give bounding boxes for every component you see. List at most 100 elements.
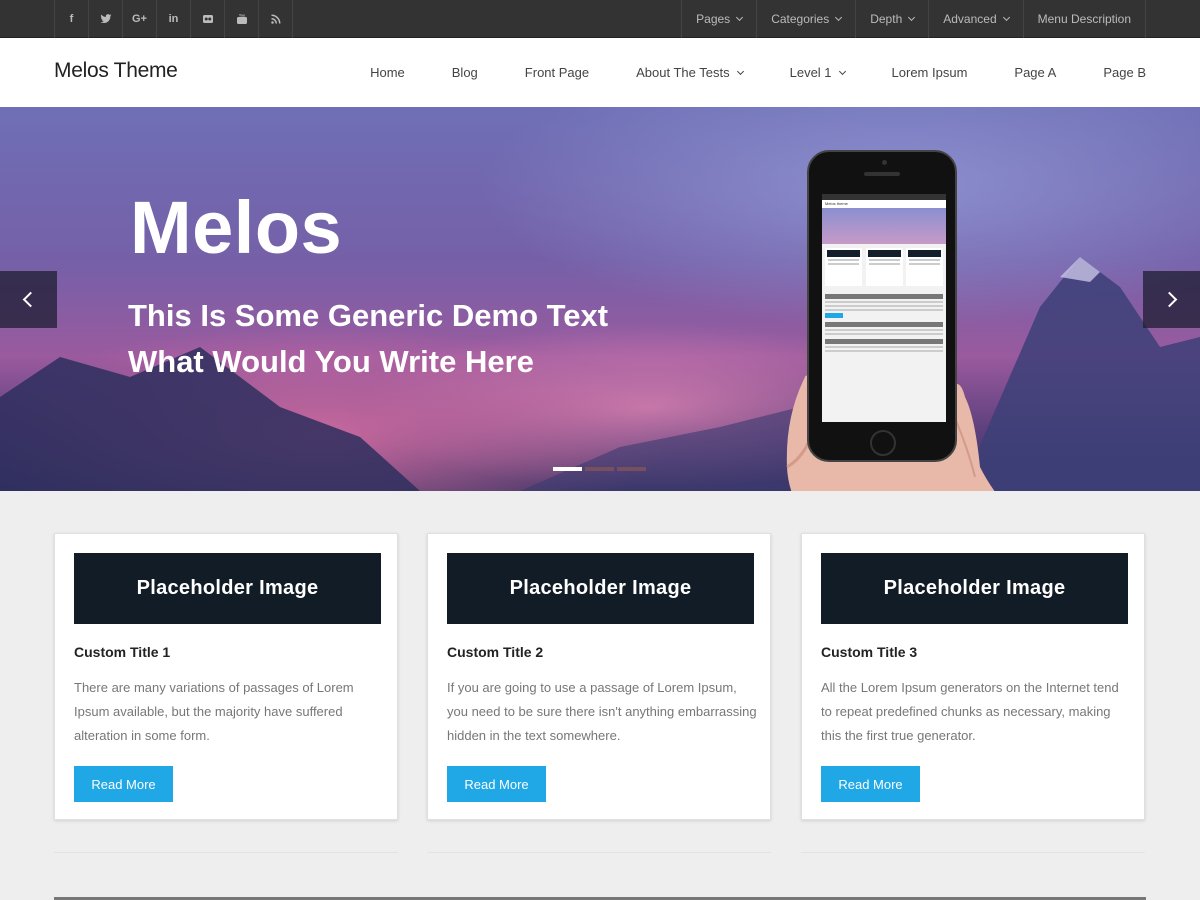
flickr-icon[interactable] [191,0,225,38]
read-more-button[interactable]: Read More [821,766,920,802]
card-placeholder-image: Placeholder Image [821,553,1128,624]
card-placeholder-image: Placeholder Image [74,553,381,624]
nav-label: Home [370,65,405,80]
nav-item-front-page[interactable]: Front Page [525,65,589,80]
nav-label: Level 1 [789,65,832,80]
phone-mockup: Melos theme [807,150,957,462]
phone-screen-card [825,248,862,286]
flickr-dots-icon [202,15,213,23]
phone-speaker [864,172,900,176]
nav-label: About The Tests [636,65,730,80]
phone-card-line [828,263,859,265]
divider [801,852,1145,853]
twitter-bird-icon [100,14,111,24]
nav-item-blog[interactable]: Blog [452,65,478,80]
phone-screen-line [825,305,943,307]
nav-item-page-a[interactable]: Page A [1014,65,1056,80]
phone-screen-section [825,322,943,327]
chevron-down-icon [838,67,846,75]
phone-screen-hero [822,208,946,244]
slider-pagination [553,467,649,471]
youtube-play-icon: You [236,14,247,24]
nav-item-about-the-tests[interactable]: About The Tests [636,65,744,80]
card-text: All the Lorem Ipsum generators on the In… [821,680,1119,743]
hero-slider: Melos This Is Some Generic Demo Text Wha… [0,107,1200,491]
phone-screen-line [825,333,943,335]
slider-next-button[interactable] [1143,271,1200,328]
slider-prev-button[interactable] [0,271,57,328]
phone-screen-button [825,313,843,318]
slider-dot-1[interactable] [553,467,582,471]
card-title: Custom Title 2 [447,644,544,660]
topmenu-item-categories[interactable]: Categories [757,0,857,38]
topmenu-label: Menu Description [1037,12,1131,26]
phone-screen: Melos theme [822,194,946,422]
chevron-right-icon [1161,291,1178,308]
nav-item-home[interactable]: Home [370,65,405,80]
hero-subtitle-line-1: This Is Some Generic Demo Text [128,298,609,333]
nav-label: Page A [1014,65,1057,80]
chevron-down-icon [1002,13,1010,22]
rss-icon[interactable] [259,0,293,38]
topmenu-label: Advanced [943,12,997,26]
facebook-icon[interactable]: f [55,0,89,38]
feature-card-2: Placeholder Image Custom Title 2 If you … [427,533,771,820]
topmenu-item-menu-description[interactable]: Menu Description [1024,0,1146,38]
nav-item-page-b[interactable]: Page B [1103,65,1146,80]
nav-item-lorem-ipsum[interactable]: Lorem Ipsum [892,65,968,80]
phone-screen-card [906,248,943,286]
hero-subtitle: This Is Some Generic Demo Text What Woul… [128,293,688,385]
top-bar: f G+ in You Pages Categories Depth Advan… [0,0,1200,38]
chevron-down-icon [908,13,916,22]
rss-feed-icon [270,14,280,24]
topmenu-item-depth[interactable]: Depth [856,0,930,38]
phone-card-line [909,263,940,265]
chevron-down-icon [736,13,744,22]
topmenu-item-advanced[interactable]: Advanced [929,0,1024,38]
phone-screen-line [825,350,943,352]
chevron-down-icon [736,67,744,75]
google-plus-icon[interactable]: G+ [123,0,157,38]
top-menu: Pages Categories Depth Advanced Menu Des… [681,0,1146,38]
linkedin-icon[interactable]: in [157,0,191,38]
read-more-button[interactable]: Read More [74,766,173,802]
topmenu-label: Pages [696,12,731,26]
site-title[interactable]: Melos Theme [54,59,178,83]
facebook-glyph: f [69,13,74,25]
topmenu-item-pages[interactable]: Pages [682,0,758,38]
feature-card-3: Placeholder Image Custom Title 3 All the… [801,533,1145,820]
phone-screen-line [825,346,943,348]
phone-card-line [909,259,940,261]
phone-card-image [827,250,860,257]
divider [54,852,398,853]
nav-label: Blog [451,65,478,80]
google-plus-glyph: G+ [132,13,147,25]
hero-subtitle-line-2: What Would You Write Here [128,344,534,379]
phone-screen-header: Melos theme [822,200,946,208]
nav-label: Page B [1103,65,1146,80]
chevron-down-icon [835,13,843,22]
slider-dot-2[interactable] [585,467,614,471]
card-title: Custom Title 1 [74,644,171,660]
phone-screen-section [825,339,943,344]
card-text: If you are going to use a passage of Lor… [447,680,757,743]
twitter-icon[interactable] [89,0,123,38]
slider-dot-3[interactable] [617,467,646,471]
nav-item-level-1[interactable]: Level 1 [789,65,846,80]
nav-label: Front Page [524,65,590,80]
phone-card-image [867,250,901,257]
linkedin-glyph: in [168,13,179,25]
card-title: Custom Title 3 [821,644,918,660]
feature-card-1: Placeholder Image Custom Title 1 There a… [54,533,398,820]
phone-card-line [828,259,859,261]
phone-screen-line [825,329,943,331]
read-more-button[interactable]: Read More [447,766,546,802]
nav-label: Lorem Ipsum [891,65,968,80]
youtube-icon[interactable]: You [225,0,259,38]
svg-text:You: You [238,14,244,18]
phone-screen-section [825,294,943,299]
phone-card-line [868,259,900,261]
topmenu-label: Categories [771,12,830,26]
card-text: There are many variations of passages of… [74,680,354,743]
main-navigation: Home Blog Front Page About The Tests Lev… [323,38,1146,107]
